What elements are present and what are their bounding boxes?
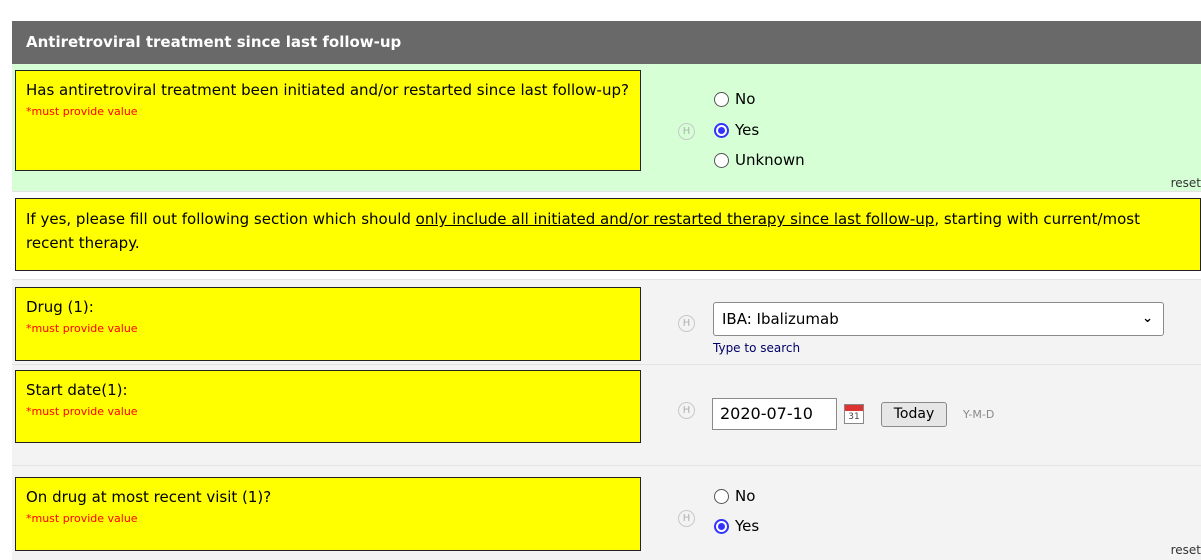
radio-option-unknown[interactable]: Unknown: [714, 150, 805, 170]
radio-button-selected[interactable]: [714, 122, 729, 138]
help-icon[interactable]: H: [678, 123, 695, 140]
question-row-start-date: Start date(1): *must provide value H 202…: [12, 365, 1201, 466]
drug-select[interactable]: IBA: Ibalizumab ⌄: [713, 302, 1164, 336]
radio-label: Yes: [735, 517, 760, 535]
radio-button[interactable]: [714, 488, 729, 504]
drug-select-value: IBA: Ibalizumab: [722, 310, 839, 328]
calendar-icon[interactable]: 31: [844, 404, 864, 424]
required-note: *must provide value: [26, 105, 138, 118]
today-button[interactable]: Today: [881, 402, 947, 427]
instruction-row: If yes, please fill out following sectio…: [12, 192, 1201, 280]
question-row-art-initiated: Has antiretroviral treatment been initia…: [12, 64, 1201, 192]
question-label-box: Has antiretroviral treatment been initia…: [15, 70, 641, 171]
help-icon[interactable]: H: [678, 510, 695, 527]
question-label: On drug at most recent visit (1)?: [26, 488, 272, 506]
question-label-box: On drug at most recent visit (1)? *must …: [15, 477, 641, 551]
required-note: *must provide value: [26, 405, 138, 418]
question-label: Has antiretroviral treatment been initia…: [26, 81, 629, 99]
help-icon[interactable]: H: [678, 315, 695, 332]
instruction-emphasis: only include all initiated and/or restar…: [415, 210, 935, 228]
radio-label: No: [735, 90, 756, 108]
chevron-down-icon: ⌄: [1142, 311, 1153, 326]
date-format-hint: Y-M-D: [963, 408, 995, 421]
question-label: Start date(1):: [26, 381, 128, 399]
radio-label: Yes: [735, 121, 760, 139]
reset-link[interactable]: reset: [1171, 543, 1201, 557]
instruction-box: If yes, please fill out following sectio…: [15, 198, 1201, 271]
required-note: *must provide value: [26, 512, 138, 525]
radio-option-no[interactable]: No: [714, 89, 755, 109]
required-note: *must provide value: [26, 322, 138, 335]
form-frame: Antiretroviral treatment since last foll…: [12, 12, 1201, 560]
instruction-text: If yes, please fill out following sectio…: [26, 210, 416, 228]
question-row-drug: Drug (1): *must provide value H IBA: Iba…: [12, 280, 1201, 365]
question-row-on-drug: On drug at most recent visit (1)? *must …: [12, 466, 1201, 560]
radio-label: No: [735, 487, 756, 505]
radio-option-no[interactable]: No: [714, 486, 755, 506]
radio-button-selected[interactable]: [714, 518, 729, 534]
radio-option-yes[interactable]: Yes: [714, 120, 759, 140]
radio-option-yes[interactable]: Yes: [714, 516, 759, 536]
radio-button[interactable]: [714, 152, 729, 168]
question-label: Drug (1):: [26, 298, 94, 316]
reset-link[interactable]: reset: [1171, 176, 1201, 190]
radio-label: Unknown: [735, 151, 805, 169]
question-label-box: Drug (1): *must provide value: [15, 287, 641, 361]
question-label-box: Start date(1): *must provide value: [15, 370, 641, 443]
start-date-input[interactable]: 2020-07-10: [712, 398, 837, 430]
help-icon[interactable]: H: [678, 402, 695, 419]
radio-button[interactable]: [714, 91, 729, 107]
search-hint: Type to search: [713, 341, 801, 355]
section-header: Antiretroviral treatment since last foll…: [12, 21, 1201, 64]
